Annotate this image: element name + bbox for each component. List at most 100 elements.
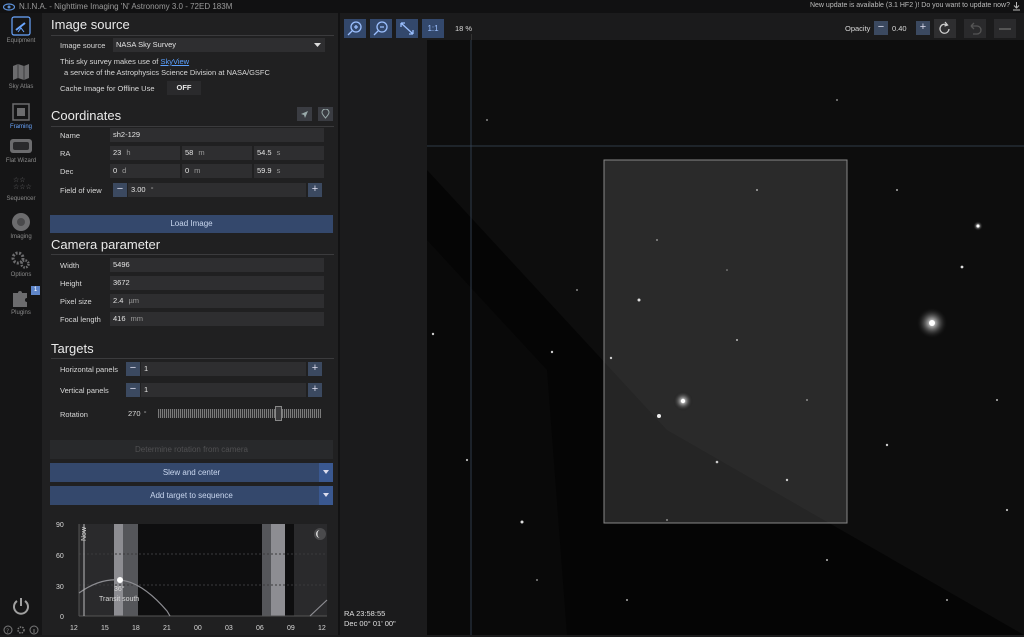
rotation-slider[interactable] — [158, 406, 321, 421]
fov-decrease-button[interactable]: − — [113, 183, 127, 197]
horizontal-panels-decrease-button[interactable]: − — [126, 362, 140, 376]
sidebar-item-sky-atlas[interactable]: Sky Atlas — [0, 61, 42, 97]
sidebar-item-sequencer[interactable]: ☆☆ ☆☆☆ Sequencer — [0, 173, 42, 209]
sidebar-item-label: Imaging — [10, 234, 32, 240]
fov-increase-button[interactable]: + — [308, 183, 322, 197]
sidebar-item-flat-wizard[interactable]: Flat Wizard — [0, 137, 42, 173]
dec-minutes-input[interactable]: 0m — [182, 164, 252, 178]
sidebar-item-equipment[interactable]: Equipment — [0, 15, 42, 51]
help-icon[interactable]: ? — [3, 625, 13, 635]
slew-dropdown-toggle[interactable] — [319, 463, 333, 482]
ra-minutes-input[interactable]: 58 m — [182, 146, 252, 160]
camera-parameter-heading: Camera parameter — [51, 237, 161, 252]
framing-viewer: 1:1 18 % Opacity − 0.40 + RA 23:58:55 De… — [340, 13, 1024, 635]
sky-survey-image[interactable] — [427, 40, 1024, 635]
x-tick: 15 — [101, 625, 109, 632]
map-pin-icon — [321, 108, 330, 119]
info-icon[interactable] — [29, 625, 39, 635]
rotate-icon — [939, 21, 950, 34]
cache-image-toggle[interactable]: OFF — [167, 81, 201, 95]
rotation-slider-thumb[interactable] — [275, 406, 282, 421]
sidebar-item-label: Plugins — [11, 310, 31, 316]
skyview-link[interactable]: SkyView — [160, 57, 189, 66]
divider — [51, 126, 334, 127]
sky-survey-note-text: This sky survey makes use of — [60, 57, 161, 66]
zoom-in-button[interactable] — [344, 19, 366, 38]
target-name-input[interactable]: sh2-129 — [110, 128, 324, 142]
altitude-chart: 90 60 30 0 Now 36° Transit south 12 15 1… — [42, 518, 338, 635]
load-image-button[interactable]: Load Image — [50, 215, 333, 233]
divider — [51, 358, 334, 359]
actual-size-button[interactable]: 1:1 — [422, 19, 444, 38]
download-icon[interactable] — [1012, 1, 1021, 11]
dec-label: Dec — [60, 167, 74, 176]
sidebar-item-framing[interactable]: Framing — [0, 101, 42, 137]
height-input[interactable]: 3672 — [110, 276, 324, 290]
add-target-dropdown-toggle[interactable] — [319, 486, 333, 505]
image-source-label: Image source — [60, 41, 106, 50]
title-bar: N.I.N.A. - Nighttime Imaging 'N' Astrono… — [0, 0, 1024, 13]
vertical-panels-label: Vertical panels — [60, 386, 109, 395]
sidebar-item-label: Sequencer — [6, 196, 36, 202]
determine-rotation-button: Determine rotation from camera — [50, 440, 333, 459]
pixel-size-input[interactable]: 2.4 µm — [110, 294, 324, 308]
framing-icon — [12, 103, 30, 121]
zoom-out-button[interactable] — [370, 19, 392, 38]
x-tick: 12 — [318, 625, 326, 632]
plugins-badge: 1 — [31, 286, 40, 295]
fov-input[interactable]: 3.00 ° — [128, 183, 306, 197]
opacity-increase-button[interactable]: + — [916, 21, 930, 35]
sky-survey-note: This sky survey makes use of SkyView — [60, 57, 189, 66]
rotate-button[interactable] — [934, 19, 956, 38]
ra-label: RA — [60, 149, 71, 158]
horizontal-panels-increase-button[interactable]: + — [308, 362, 322, 376]
opacity-label: Opacity — [845, 24, 871, 33]
add-target-to-sequence-button[interactable]: Add target to sequence — [50, 486, 333, 505]
x-tick: 06 — [256, 625, 264, 632]
dec-minutes-value: 0 — [185, 166, 190, 175]
fit-to-screen-button[interactable] — [396, 19, 418, 38]
vertical-panels-decrease-button[interactable]: − — [126, 383, 140, 397]
star-field — [427, 40, 1024, 635]
dec-seconds-input[interactable]: 59.9 s — [254, 164, 324, 178]
nina-logo-icon — [3, 2, 15, 11]
rotation-value: 270 ° — [128, 409, 147, 418]
vertical-panels-increase-button[interactable]: + — [308, 383, 322, 397]
sidebar-item-imaging[interactable]: Imaging — [0, 211, 42, 247]
ra-seconds-input[interactable]: 54.5 s — [254, 146, 324, 160]
focal-length-input[interactable]: 416 mm — [110, 312, 324, 326]
horizontal-panels-input[interactable]: 1 — [141, 362, 306, 376]
dec-degrees-input[interactable]: 0d — [110, 164, 180, 178]
eraser-icon — [999, 28, 1011, 30]
settings-small-icon[interactable] — [16, 625, 26, 635]
transit-label: Transit south — [99, 596, 140, 603]
dec-seconds-unit: s — [276, 166, 281, 175]
ra-seconds-value: 54.5 — [257, 148, 272, 157]
slew-and-center-button[interactable]: Slew and center — [50, 463, 333, 482]
imaging-icon — [12, 213, 30, 231]
sidebar-item-plugins[interactable]: 1 Plugins — [0, 286, 42, 323]
locate-button[interactable] — [297, 107, 312, 121]
ra-hours-input[interactable]: 23 h — [110, 146, 180, 160]
targets-heading: Targets — [51, 341, 94, 356]
y-tick-90: 90 — [56, 522, 64, 529]
chevron-down-icon — [314, 43, 321, 47]
ra-hours-unit: h — [126, 148, 131, 157]
coordinates-pin-button[interactable] — [318, 107, 333, 121]
dec-degrees-unit: d — [122, 166, 127, 175]
zoom-level: 18 % — [455, 24, 473, 33]
sidebar-item-options[interactable]: Options — [0, 249, 42, 285]
power-icon[interactable] — [11, 596, 31, 616]
cache-image-label: Cache Image for Offline Use — [60, 84, 155, 93]
opacity-decrease-button[interactable]: − — [874, 21, 888, 35]
stars-icon: ☆☆☆☆☆ — [13, 176, 32, 191]
window-title: N.I.N.A. - Nighttime Imaging 'N' Astrono… — [19, 2, 233, 11]
gears-icon — [11, 251, 30, 269]
sidebar: Equipment Sky Atlas Framing Flat Wizard … — [0, 13, 42, 635]
vertical-panels-input[interactable]: 1 — [141, 383, 306, 397]
fov-value: 3.00 — [131, 185, 146, 194]
zoom-in-icon — [347, 21, 362, 36]
image-source-select[interactable]: NASA Sky Survey — [113, 38, 325, 52]
update-notice[interactable]: New update is available (3.1 HF2 )! Do y… — [810, 2, 1010, 9]
width-input[interactable]: 5496 — [110, 258, 324, 272]
